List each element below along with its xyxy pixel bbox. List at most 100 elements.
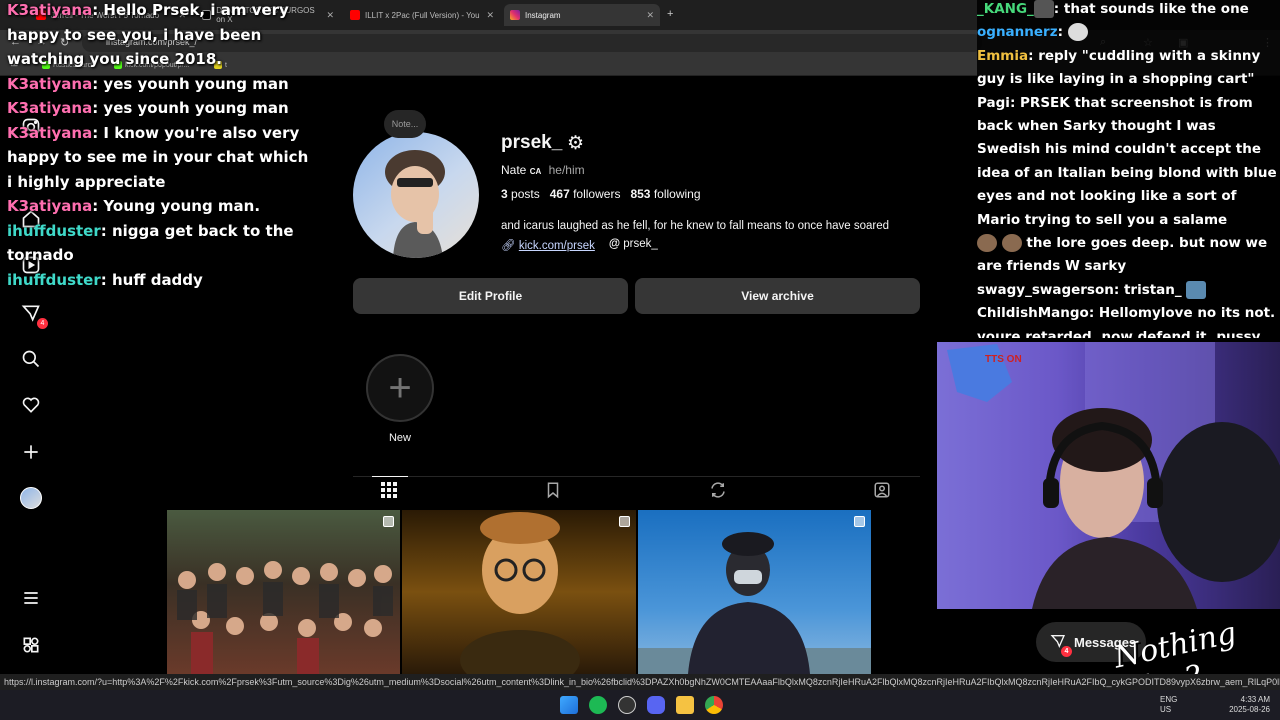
profile-display-name: Nate CA he/him (501, 163, 585, 177)
also-from-meta-icon[interactable] (20, 634, 42, 656)
webcam-feed: TTS ON Nothing Else? (937, 342, 1280, 609)
chat-username: ihuffduster (7, 221, 101, 240)
external-link[interactable]: 🔗︎ kick.com/prsek (501, 238, 595, 252)
create-plus-icon[interactable] (20, 441, 42, 463)
chat-text: : (1057, 24, 1063, 41)
close-tab-icon[interactable]: ✕ (486, 10, 494, 21)
profile-avatar[interactable] (20, 487, 42, 509)
view-archive-button[interactable]: View archive (635, 278, 920, 314)
profile-links: 🔗︎ kick.com/prsek @ prsek_ (501, 238, 658, 252)
new-highlight-button[interactable]: + (366, 354, 434, 422)
followers-stat[interactable]: 467 followers (550, 187, 621, 201)
grid-icon (381, 482, 397, 498)
face-emote-icon (1186, 280, 1207, 299)
link-text: kick.com/prsek (518, 240, 595, 252)
obs-icon[interactable] (618, 696, 636, 714)
post-thumbnail[interactable] (402, 510, 636, 674)
followers-label: followers (573, 187, 621, 201)
discord-icon[interactable] (647, 696, 665, 714)
profile-username: prsek_ (501, 132, 563, 153)
tab-saved[interactable] (544, 481, 564, 501)
face-emote-icon (977, 234, 997, 253)
post-thumbnail[interactable] (638, 510, 871, 674)
pronouns: he/him (548, 163, 585, 177)
direct-messages-icon: 4 (1050, 633, 1072, 657)
settings-gear-icon[interactable]: ⚙ (567, 132, 584, 155)
chat-message: Emmia: reply "cuddling with a skinny guy… (977, 45, 1280, 92)
instagram-icon (510, 10, 520, 20)
more-menu-icon[interactable] (20, 587, 42, 609)
chat-text: : yes younh young man (92, 99, 289, 117)
close-tab-icon[interactable]: ✕ (326, 10, 334, 21)
chat-message: ognannerz: (977, 21, 1280, 44)
chat-message: K3atiyana: I know you're also very happy… (7, 121, 317, 195)
direct-messages-icon[interactable]: 4 (20, 302, 48, 329)
chat-username: ihuffduster (7, 270, 101, 289)
region-text: US (1160, 705, 1172, 714)
bookmark-icon (547, 482, 559, 499)
tab-tagged[interactable] (873, 481, 893, 501)
chat-text: : Young young man. (92, 197, 261, 215)
profile-bio: and icarus laughed as he fell, for he kn… (501, 220, 890, 232)
chrome-icon[interactable] (705, 696, 723, 714)
chat-username: K3atiyana (7, 1, 93, 19)
system-clock[interactable]: 4:33 AM 2025-08-26 (1229, 695, 1270, 715)
browser-tab[interactable]: ILLIT x 2Pac (Full Version) - You ✕ (344, 4, 500, 26)
tagged-icon (874, 482, 890, 498)
skull-emote-icon (1067, 23, 1088, 42)
clock-date: 2025-08-26 (1229, 705, 1270, 714)
chat-username: K3atiyana (7, 123, 93, 142)
chat-message: _KANG_: that sounds like the one (977, 0, 1280, 21)
lang-text: ENG (1160, 695, 1178, 704)
stream-chat-overlay-right: _KANG_: that sounds like the one ognanne… (977, 0, 1280, 338)
chat-message: ihuffduster: huff daddy (7, 268, 317, 293)
tab-label: ILLIT x 2Pac (Full Version) - You (365, 10, 480, 20)
chat-message: K3atiyana: Young young man. (7, 194, 317, 219)
search-icon[interactable] (20, 348, 42, 370)
plus-icon: + (388, 365, 412, 410)
windows-start-icon[interactable] (560, 696, 578, 714)
chat-message: the lore goes deep. but now we are frien… (977, 232, 1280, 279)
chat-text: : huff daddy (100, 270, 203, 289)
stream-chat-overlay-left: K3atiyana: Hello Prsek, i am very happy … (7, 0, 317, 292)
following-count: 853 (630, 187, 651, 201)
chat-username: K3atiyana (7, 99, 93, 117)
windows-taskbar: ENG US 4:33 AM 2025-08-26 (0, 690, 1280, 720)
language-indicator[interactable]: ENG US (1160, 695, 1177, 715)
followers-count: 467 (549, 187, 570, 201)
chat-text: : yes younh young man (92, 74, 289, 93)
multi-post-icon (383, 516, 394, 527)
flag-text: CA (529, 167, 542, 176)
chat-username: Pagi (977, 94, 1010, 111)
face-emote-icon (1001, 234, 1022, 253)
chat-text: : that sounds like the one (1053, 1, 1249, 17)
close-tab-icon[interactable]: ✕ (646, 10, 654, 21)
threads-icon: @ (608, 238, 621, 250)
youtube-icon (350, 10, 360, 20)
tab-posts[interactable] (372, 476, 408, 501)
browser-tab-active[interactable]: Instagram ✕ (504, 4, 660, 26)
chat-username: swagy_swagerson (977, 281, 1114, 298)
spotify-icon[interactable] (589, 696, 607, 714)
edit-profile-button[interactable]: Edit Profile (353, 278, 628, 314)
profile-picture[interactable] (353, 132, 479, 258)
tab-reposts[interactable] (709, 481, 729, 501)
file-explorer-icon[interactable] (676, 696, 694, 714)
chat-username: ChildishMango (977, 305, 1089, 322)
messages-badge: 4 (1061, 645, 1072, 657)
following-stat[interactable]: 853 following (630, 187, 700, 201)
chat-message: K3atiyana: yes younh young man (7, 72, 317, 97)
multi-post-icon (854, 516, 865, 527)
heart-icon[interactable] (20, 394, 42, 416)
note-bubble[interactable]: Note... (384, 110, 426, 138)
chat-username: K3atiyana (7, 74, 93, 93)
multi-post-icon (619, 516, 630, 527)
repost-icon (711, 482, 725, 498)
notification-badge: 4 (37, 318, 48, 329)
threads-link[interactable]: @ prsek_ (609, 238, 658, 252)
posts-stat: 3 posts (501, 187, 540, 201)
following-label: following (653, 187, 701, 201)
highlight-label: New (388, 432, 411, 444)
post-thumbnail[interactable] (167, 510, 400, 674)
new-tab-icon[interactable]: + (667, 8, 673, 20)
